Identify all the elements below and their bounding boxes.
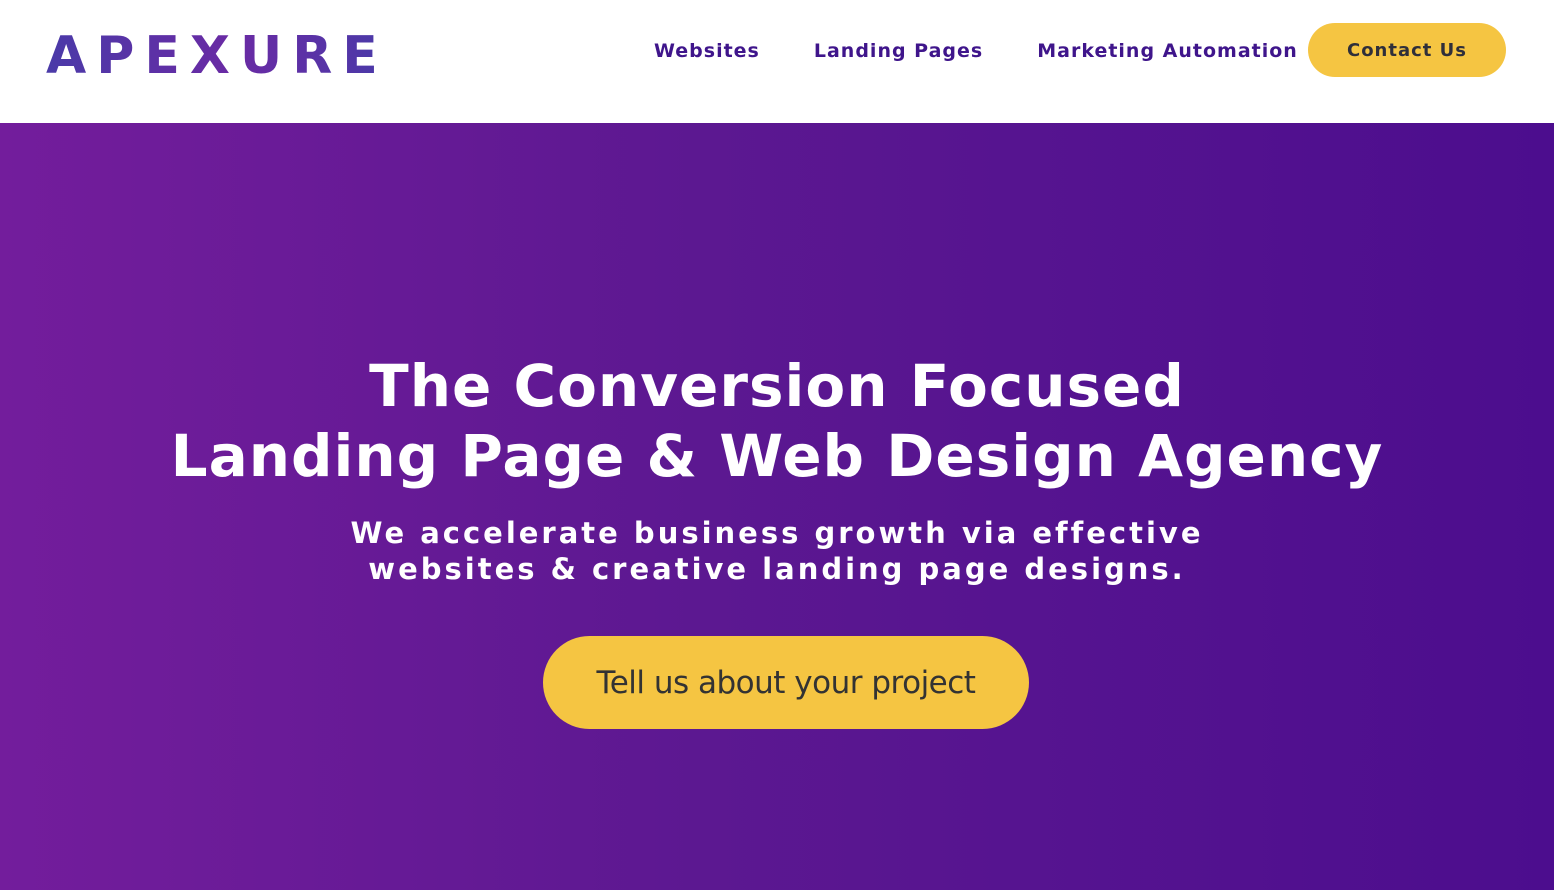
apexure-logo[interactable]: APEXURE (46, 26, 388, 86)
main-nav: Websites Landing Pages Marketing Automat… (654, 36, 1298, 66)
tell-us-about-project-button[interactable]: Tell us about your project (543, 636, 1029, 729)
hero-subtitle: We accelerate business growth via effect… (0, 515, 1554, 587)
hero-subtitle-line-2: websites & creative landing page designs… (368, 552, 1186, 586)
hero-title-line-1: The Conversion Focused (369, 352, 1185, 420)
nav-link-websites[interactable]: Websites (654, 40, 760, 62)
hero-subtitle-line-1: We accelerate business growth via effect… (350, 516, 1204, 550)
hero-section: The Conversion Focused Landing Page & We… (0, 123, 1554, 890)
hero-title: The Conversion Focused Landing Page & We… (0, 351, 1554, 491)
hero-title-line-2: Landing Page & Web Design Agency (170, 422, 1384, 490)
nav-link-marketing-automation[interactable]: Marketing Automation (1037, 40, 1298, 62)
nav-link-landing-pages[interactable]: Landing Pages (814, 40, 983, 62)
contact-us-button[interactable]: Contact Us (1308, 23, 1506, 77)
site-header: APEXURE Websites Landing Pages Marketing… (0, 0, 1554, 123)
